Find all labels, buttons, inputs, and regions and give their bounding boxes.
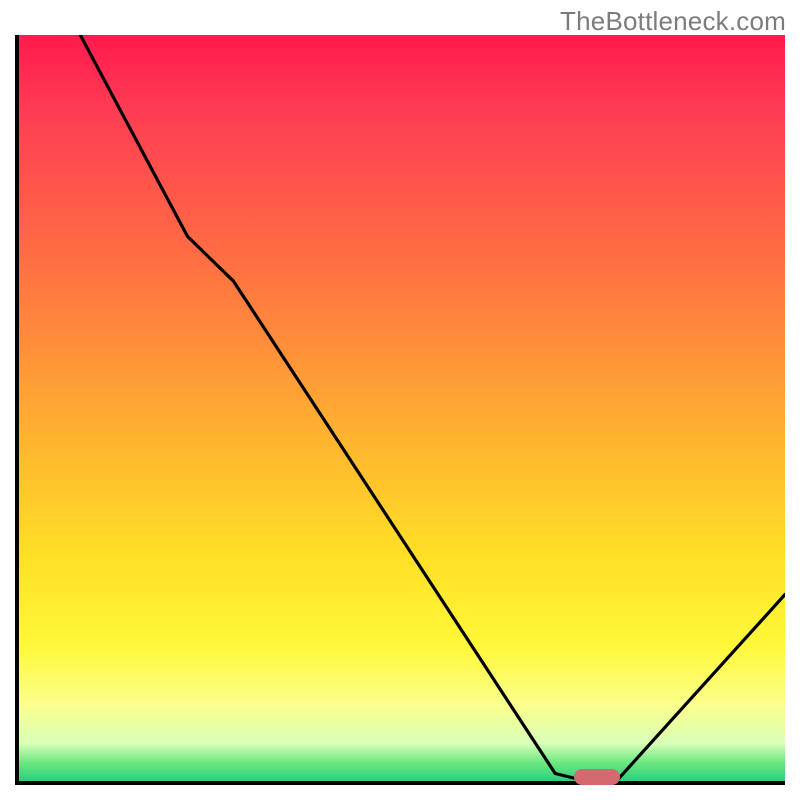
chart-container: TheBottleneck.com [0, 0, 800, 800]
curve-svg [19, 35, 785, 781]
bottleneck-curve-path [80, 35, 785, 781]
watermark-text: TheBottleneck.com [560, 6, 786, 37]
optimal-marker [574, 769, 620, 785]
plot-area [15, 35, 785, 785]
